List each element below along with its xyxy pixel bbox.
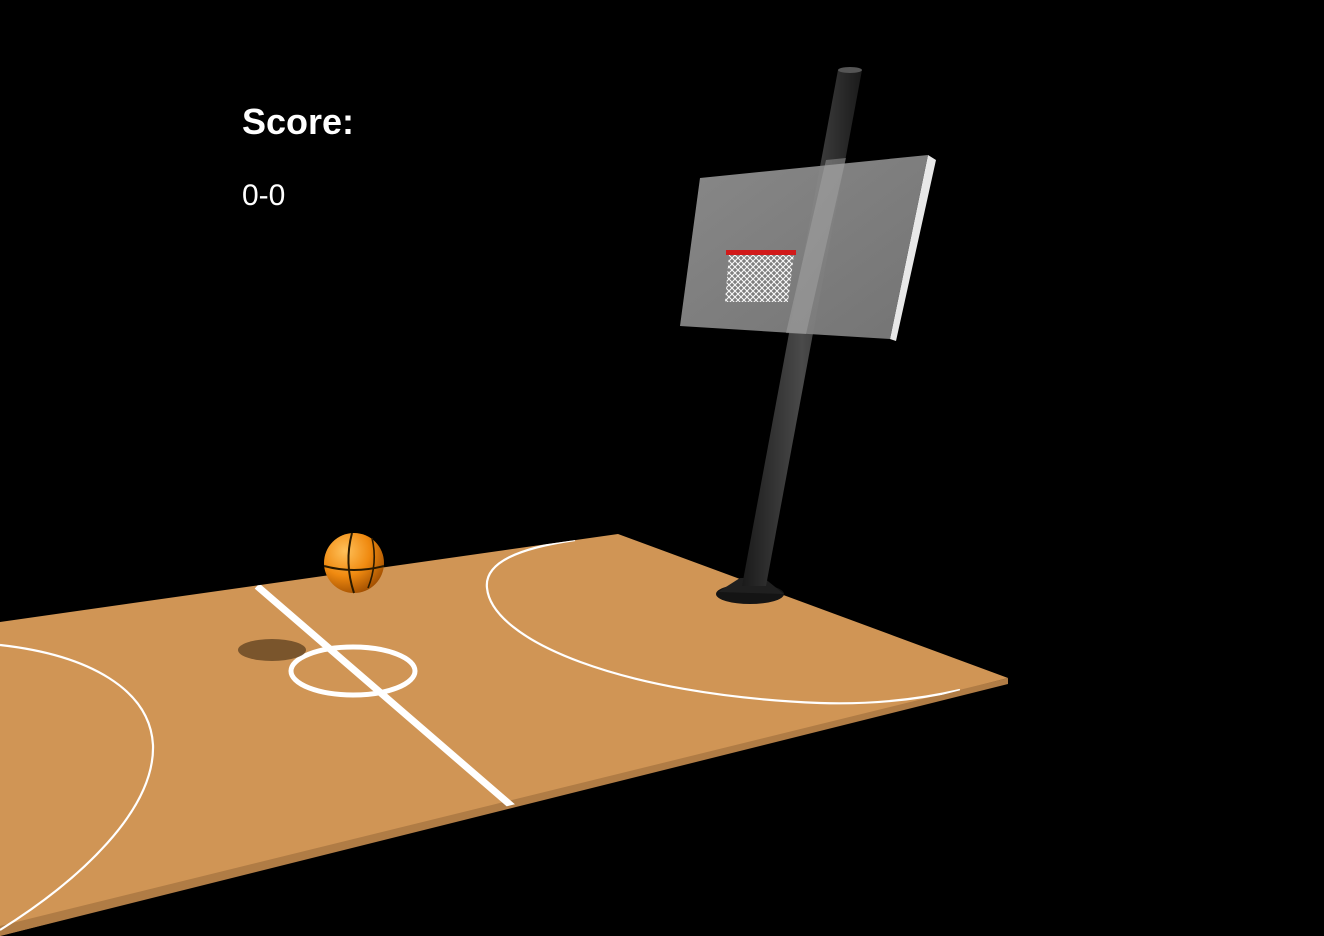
- ball-shadow: [238, 639, 306, 661]
- court-scene[interactable]: [0, 0, 1324, 936]
- score-panel: Score: 0-0: [242, 100, 354, 214]
- backboard: [680, 155, 936, 341]
- net: [725, 254, 794, 302]
- game-viewport[interactable]: Score: 0-0: [0, 0, 1324, 936]
- basketball-icon[interactable]: [323, 532, 385, 594]
- score-value: 0-0: [242, 179, 286, 212]
- rim: [726, 250, 796, 255]
- hoop: [725, 250, 796, 302]
- score-label: Score:: [242, 101, 355, 142]
